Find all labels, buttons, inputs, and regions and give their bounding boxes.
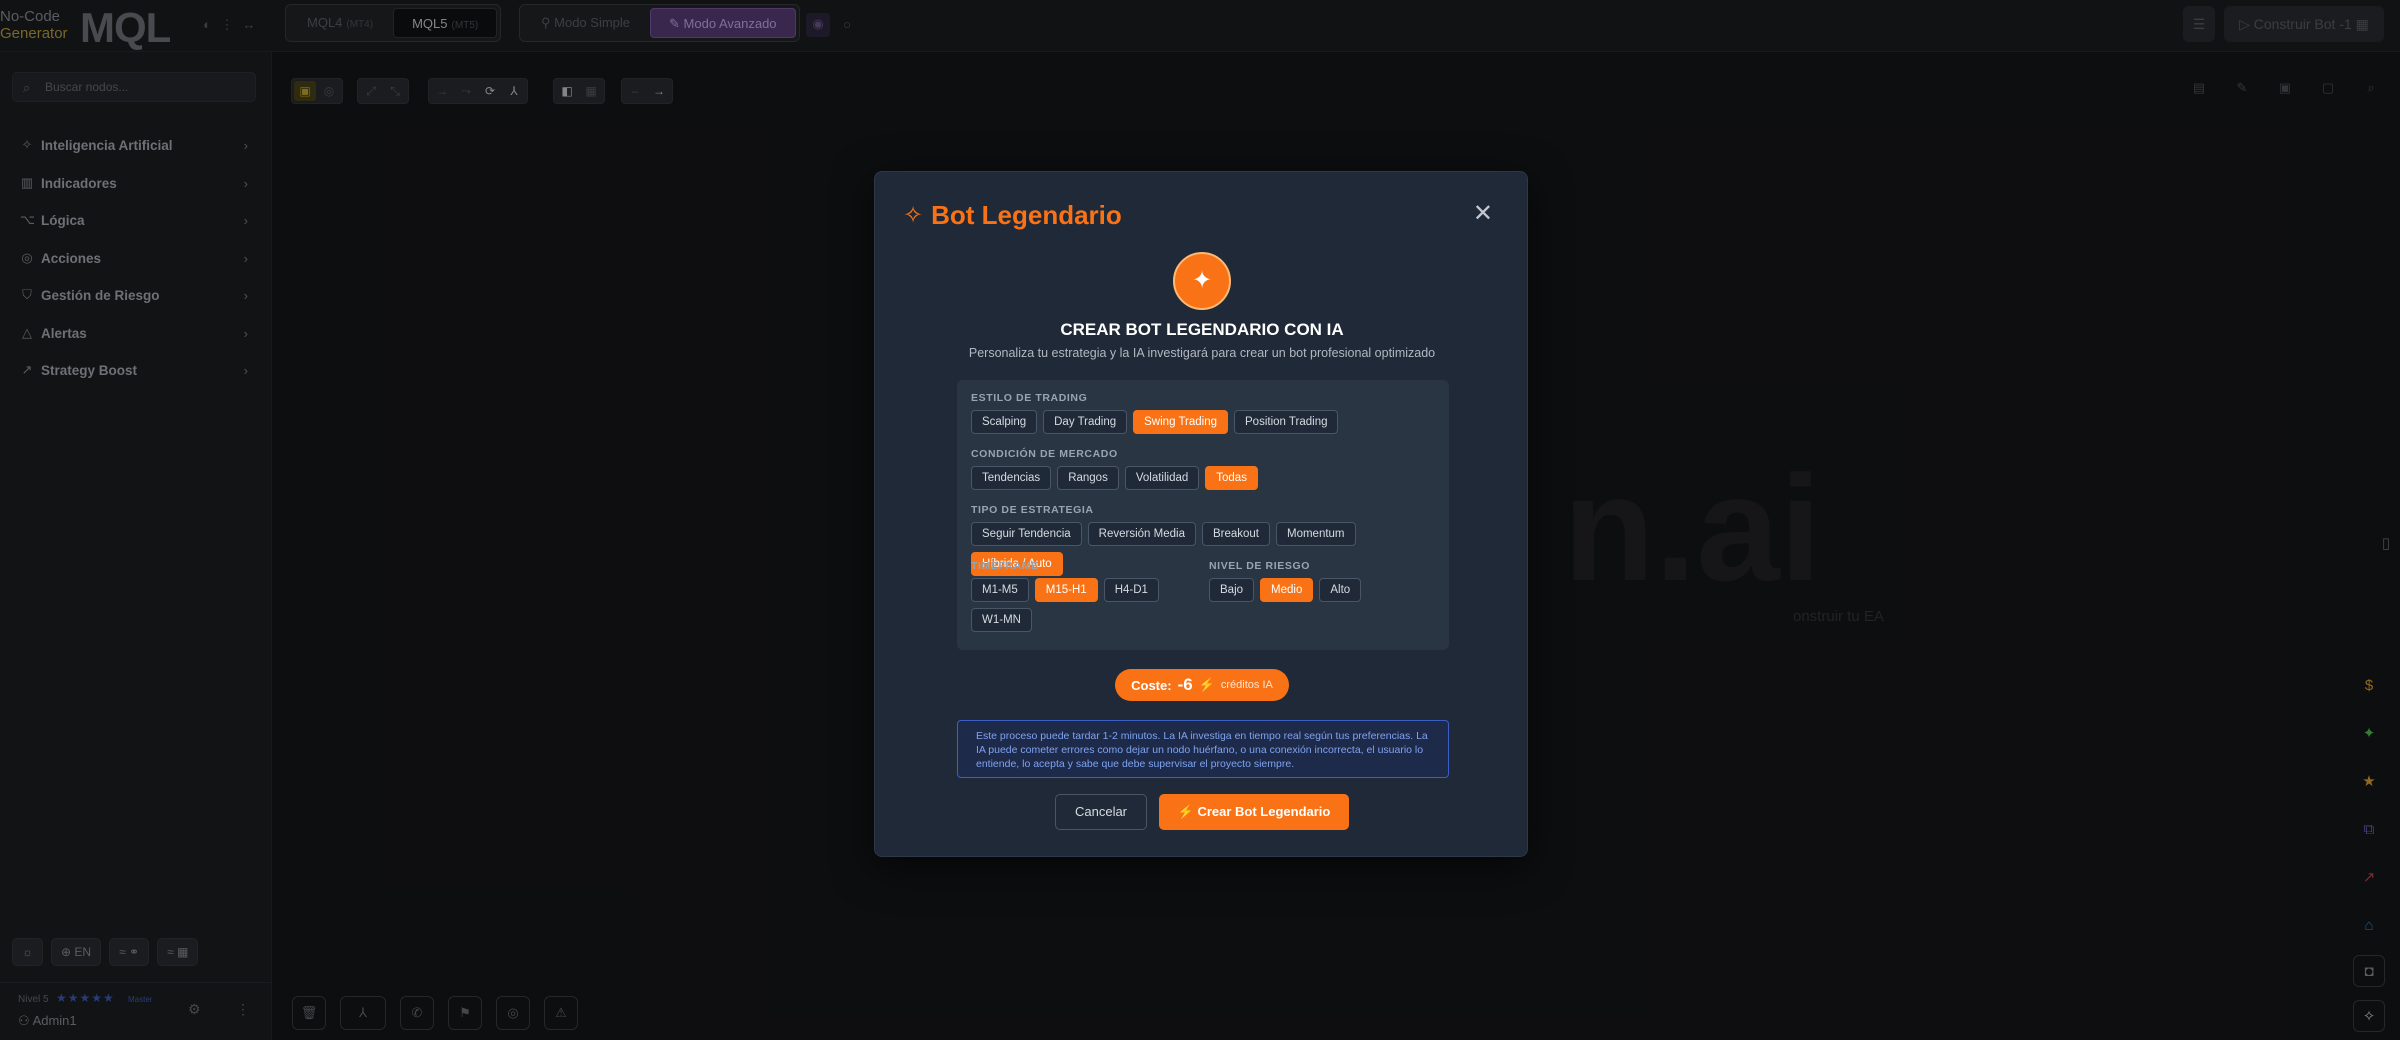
option-chip[interactable]: Momentum	[1276, 522, 1356, 546]
cost-value: -6	[1177, 675, 1193, 694]
group-label: Timeframe	[971, 560, 1039, 572]
close-icon[interactable]: ✕	[1473, 202, 1493, 226]
modal-title: Bot Legendario	[931, 200, 1122, 230]
option-chip[interactable]: Breakout	[1201, 522, 1270, 546]
modal-subtitle: Personaliza tu estrategia y la IA invest…	[968, 346, 1436, 360]
option-chip[interactable]: Bajo	[1209, 578, 1255, 602]
market-condition-group: Condición de Mercado Tendencias Rangos V…	[971, 448, 1258, 490]
cost-label: Coste:	[1131, 677, 1172, 693]
create-bot-button[interactable]: ⚡ Crear Bot Legendario	[1159, 794, 1349, 830]
legendary-bot-modal: ✧ Bot Legendario ✕ ✦ CREAR BOT LEGENDARI…	[874, 171, 1528, 857]
option-chip[interactable]: W1-MN	[971, 608, 1032, 632]
option-chip[interactable]: Day Trading	[1043, 410, 1128, 434]
trading-style-group: Estilo de Trading Scalping Day Trading S…	[971, 392, 1339, 434]
option-chip[interactable]: Medio	[1260, 578, 1314, 602]
cancel-button[interactable]: Cancelar	[1055, 794, 1147, 830]
group-label: Condición de Mercado	[971, 448, 1118, 460]
option-chip[interactable]: Alto	[1319, 578, 1362, 602]
cost-badge: Coste: -6 ⚡ créditos IA	[1115, 669, 1289, 701]
option-chip[interactable]: Tendencias	[971, 466, 1052, 490]
hero-sparkles-icon: ✦	[1173, 252, 1231, 310]
sparkles-icon: ✧	[903, 202, 924, 229]
group-label: Estilo de Trading	[971, 392, 1088, 404]
app-root: No-Code Generator MQL ◐ ⋮ ↔ MQL4 (MT4) MQ…	[0, 0, 2400, 1040]
option-chip[interactable]: Swing Trading	[1133, 410, 1229, 434]
option-chip[interactable]: Volatilidad	[1124, 466, 1200, 490]
options-panel: Estilo de Trading Scalping Day Trading S…	[957, 380, 1449, 650]
modal-heading: CREAR BOT LEGENDARIO CON IA	[1060, 320, 1344, 339]
cost-unit: créditos IA	[1220, 679, 1273, 691]
group-label: Tipo de Estrategia	[971, 504, 1094, 516]
lightning-icon: ⚡	[1177, 804, 1194, 819]
option-chip[interactable]: M15-H1	[1034, 578, 1098, 602]
option-chip[interactable]: Rangos	[1057, 466, 1119, 490]
option-chip[interactable]: H4-D1	[1103, 578, 1159, 602]
group-label: Nivel de Riesgo	[1209, 560, 1310, 572]
notice-text: Este proceso puede tardar 1-2 minutos. L…	[976, 730, 1428, 770]
modal-header: ✧ Bot Legendario	[903, 200, 1122, 231]
risk-level-group: Nivel de Riesgo Bajo Medio Alto	[1209, 560, 1362, 602]
option-chip[interactable]: Position Trading	[1234, 410, 1339, 434]
notice-box: Este proceso puede tardar 1-2 minutos. L…	[957, 720, 1449, 778]
option-chip[interactable]: Scalping	[971, 410, 1038, 434]
option-chip[interactable]: Todas	[1205, 466, 1258, 490]
lightning-icon: ⚡	[1198, 677, 1215, 692]
option-chip[interactable]: Seguir Tendencia	[971, 522, 1082, 546]
timeframe-group: Timeframe M1-M5 M15-H1 H4-D1 W1-MN	[971, 560, 1195, 632]
option-chip[interactable]: M1-M5	[971, 578, 1029, 602]
option-chip[interactable]: Reversión Media	[1087, 522, 1196, 546]
